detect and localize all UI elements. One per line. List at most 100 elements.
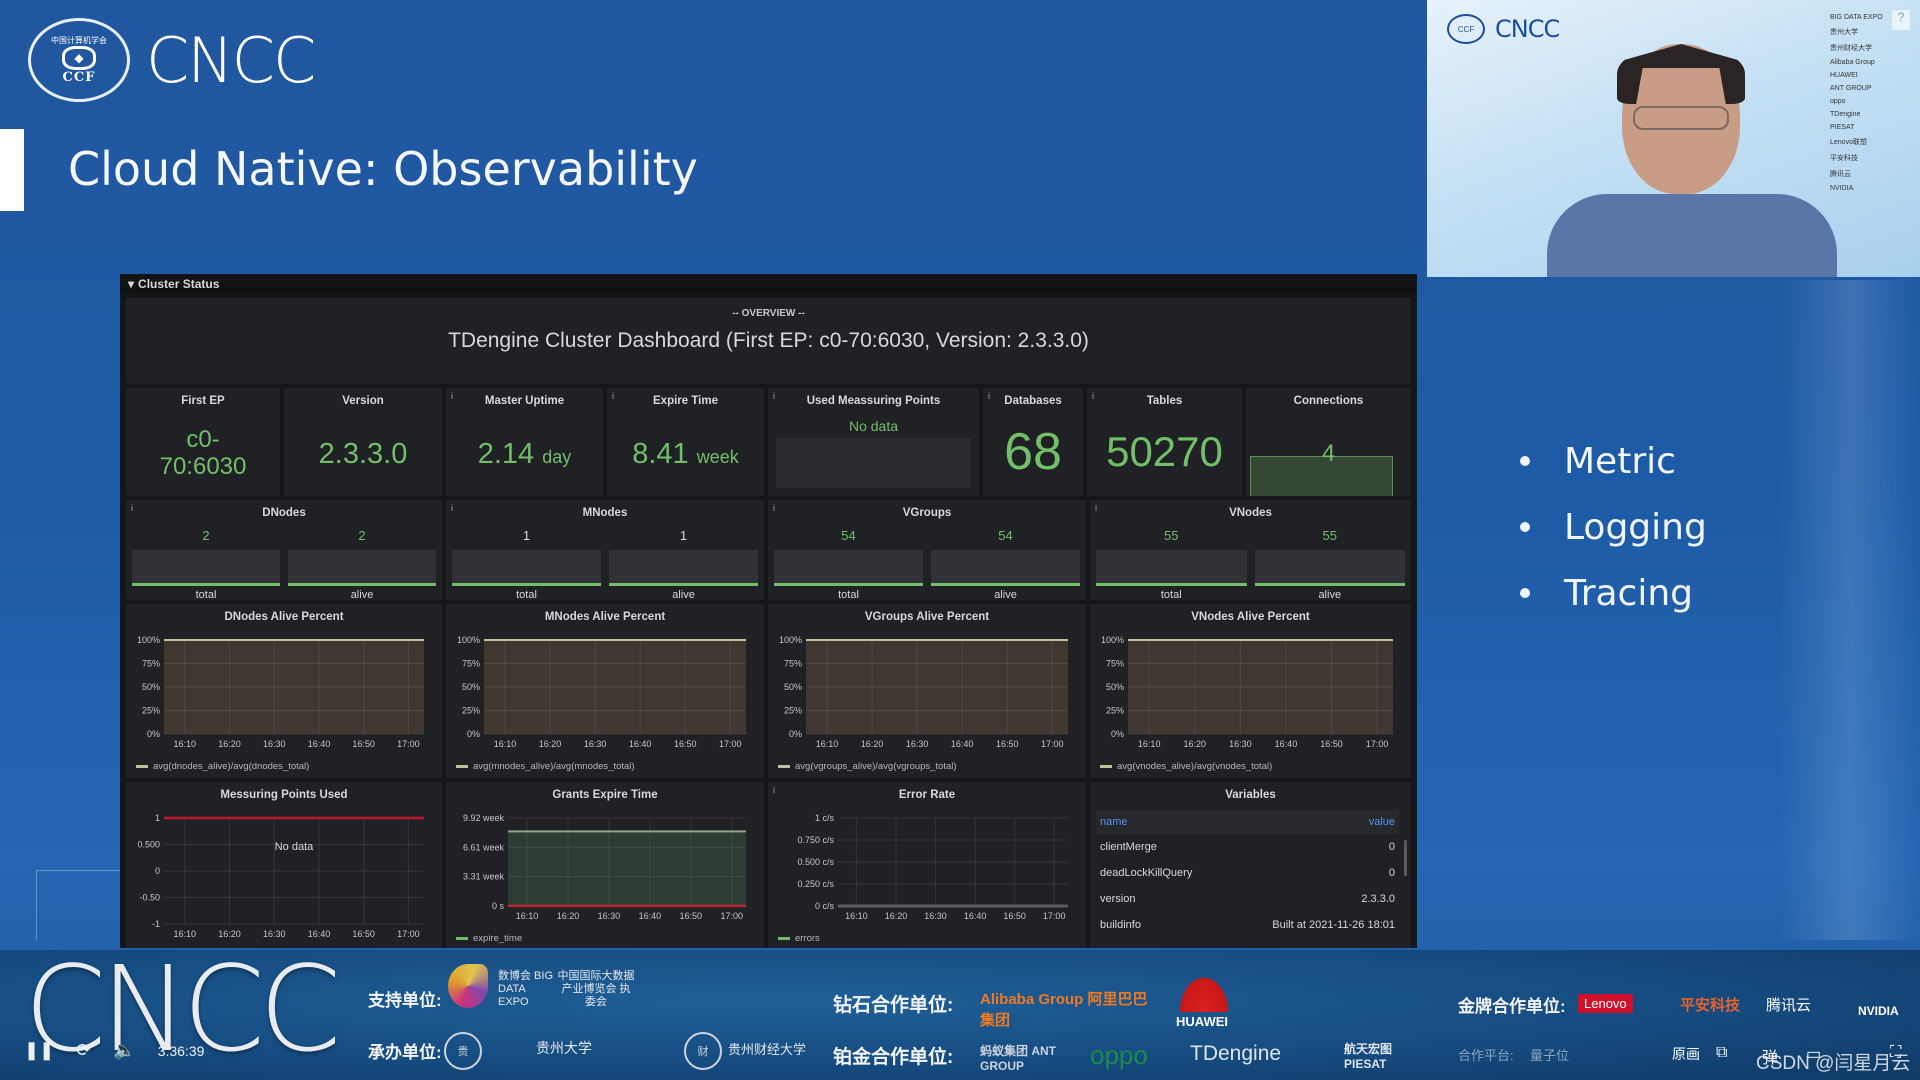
chart-panel-vgroups-alive-percent[interactable]: VGroups Alive Percent 0% 25% 50% 75% 100% 16:1… (768, 604, 1086, 778)
video-sponsor-item: HUAWEI (1830, 72, 1858, 79)
legend-swatch-icon (456, 765, 468, 768)
info-icon[interactable]: i (612, 391, 614, 401)
bar-label: total (195, 589, 217, 601)
stat-panel-version[interactable]: Version 2.3.3.0 (284, 388, 442, 496)
bargauge-panel-mnodes[interactable]: i MNodes 1 total 1 alive (446, 500, 764, 601)
chart-legend[interactable]: avg(dnodes_alive)/avg(dnodes_total) (136, 761, 309, 772)
stat-panel-databases[interactable]: i Databases 68 (983, 388, 1083, 496)
tdengine-logo: TDengine (1190, 1042, 1282, 1065)
info-icon[interactable]: i (773, 503, 775, 513)
y-tick-label: 25% (1106, 706, 1124, 716)
chart-legend[interactable]: avg(vnodes_alive)/avg(vnodes_total) (1100, 761, 1272, 772)
piesat-logo: 航天宏图 PIESAT (1344, 1042, 1393, 1071)
legend-label: avg(vnodes_alive)/avg(vnodes_total) (1117, 761, 1273, 772)
tencent-cloud-logo: 腾讯云 (1766, 997, 1812, 1014)
bar-fill (132, 550, 280, 586)
variables-panel: Variables name value clientMerge 0 deadLo… (1090, 782, 1411, 948)
panel-title: Databases (1004, 395, 1062, 407)
gold-label: 金牌合作单位: (1458, 997, 1566, 1016)
x-tick-label: 17:00 (1366, 739, 1389, 749)
var-value: 0 (1388, 841, 1395, 853)
y-tick-label: -0.50 (139, 893, 160, 903)
pip-icon[interactable]: ⧉ (1716, 1044, 1727, 1062)
panel-title: Variables (1225, 789, 1276, 801)
volume-icon[interactable]: 🔈 (113, 1040, 135, 1061)
bar-fill (609, 550, 758, 586)
chart-legend[interactable]: avg(vgroups_alive)/avg(vgroups_total) (778, 761, 957, 772)
stat-panel-master-uptime[interactable]: i Master Uptime 2.14 day (446, 388, 603, 496)
grafana-dashboard: ▾ Cluster Status -- OVERVIEW -- TDengine… (120, 274, 1417, 948)
x-tick-label: 16:30 (263, 929, 286, 939)
column-header-name[interactable]: name (1100, 816, 1128, 828)
chart-svg: 0% 25% 50% 75% 100% 16:10 16:20 16:30 16:40 16:50… (1101, 635, 1393, 749)
loop-icon[interactable]: ⟳ (76, 1040, 91, 1061)
column-header-value[interactable]: value (1369, 816, 1395, 828)
chart-panel-dnodes-alive-percent[interactable]: DNodes Alive Percent 0% 25% 50% 75% 100% 16:10… (126, 604, 442, 778)
bargauge-panel-dnodes[interactable]: i DNodes 2 total 2 alive (126, 500, 442, 601)
x-tick-label: 17:00 (1041, 739, 1064, 749)
help-icon[interactable]: ? (1892, 10, 1910, 30)
y-tick-label: 0.500 (137, 840, 160, 850)
chart-panel-grants-expire-time[interactable]: Grants Expire Time 0 s 3.31 week 6.61 week 9… (446, 782, 764, 948)
chart-legend[interactable]: expire_time (456, 933, 522, 944)
stat-panel-first-ep[interactable]: First EP c0- 70:6030 (126, 388, 280, 496)
info-icon[interactable]: i (451, 503, 453, 513)
pause-icon[interactable]: ❚❚ (24, 1040, 54, 1061)
collapse-chevron-icon[interactable]: ▾ (128, 277, 134, 291)
stat-value: c0- 70:6030 (126, 426, 280, 480)
x-tick-label: 16:10 (516, 911, 539, 921)
info-icon[interactable]: i (451, 391, 453, 401)
info-icon[interactable]: i (131, 503, 133, 513)
var-value: 0 (1388, 867, 1395, 879)
y-tick-label: 3.31 week (463, 872, 505, 882)
info-icon[interactable]: i (1092, 391, 1094, 401)
video-sponsor-item: 贵州大学 (1830, 29, 1858, 36)
panel-title: Expire Time (653, 395, 718, 407)
chart-legend[interactable]: avg(mnodes_alive)/avg(mnodes_total) (456, 761, 635, 772)
bargauge-panel-vgroups[interactable]: i VGroups 54 total 54 alive (768, 500, 1086, 601)
info-icon[interactable]: i (1095, 503, 1097, 513)
bar-gauge-alive: 54 alive (931, 528, 1080, 601)
lenovo-logo: Lenovo (1578, 994, 1633, 1013)
chart-panel-mnodes-alive-percent[interactable]: MNodes Alive Percent 0% 25% 50% 75% 100% 16:10… (446, 604, 764, 778)
stat-value: 68 (1004, 423, 1062, 481)
x-tick-label: 17:00 (719, 739, 742, 749)
stat-panel-connections[interactable]: Connections 4 (1246, 388, 1411, 496)
x-tick-label: 16:40 (1275, 739, 1298, 749)
video-sponsor-item: 平安科技 (1830, 155, 1858, 162)
bar-label: alive (994, 589, 1017, 601)
stat-panel-used-measuring-points[interactable]: i Used Meassuring Points No data (768, 388, 979, 496)
bar-label: total (1160, 589, 1182, 601)
bar-fill (931, 550, 1080, 586)
stat-panel-tables[interactable]: i Tables 50270 (1087, 388, 1242, 496)
legend-swatch-icon (1100, 765, 1112, 768)
chart-panel-error-rate[interactable]: i Error Rate 0 c/s 0.250 c/s 0.500 c/s 0.750 … (768, 782, 1086, 948)
empty-gauge-area (776, 438, 971, 488)
var-name: version (1100, 893, 1136, 905)
info-icon[interactable]: i (988, 391, 990, 401)
bar-label: total (838, 589, 859, 601)
platform-item: 量子位 (1530, 1048, 1570, 1063)
chart-legend[interactable]: errors (778, 933, 820, 944)
host-label: 承办单位: (368, 1043, 442, 1062)
quality-button[interactable]: 原画 (1672, 1046, 1700, 1063)
x-tick-label: 17:00 (720, 911, 743, 921)
table-scrollbar[interactable] (1404, 840, 1407, 876)
bar-gauge-alive: 1 alive (609, 528, 758, 601)
chart-svg: 0 c/s 0.250 c/s 0.500 c/s 0.750 c/s 1 c/s 16:… (797, 813, 1068, 921)
info-icon[interactable]: i (773, 391, 775, 401)
x-tick-label: 16:30 (598, 911, 621, 921)
x-tick-label: 17:00 (397, 739, 420, 749)
bargauge-panel-vnodes[interactable]: i VNodes 55 total 55 alive (1090, 500, 1411, 601)
row-header-cluster-status[interactable]: ▾ Cluster Status (120, 274, 1417, 294)
y-tick-label: 0.250 c/s (797, 879, 834, 889)
chart-panel-messuring-points-used[interactable]: Messuring Points Used -1 -0.50 0 0.500 1 16:10… (126, 782, 442, 948)
bullet-item: Tracing (1520, 560, 1707, 626)
bar-gauge-total: 1 total (452, 528, 601, 601)
title-accent-bar (0, 129, 24, 211)
chart-panel-vnodes-alive-percent[interactable]: VNodes Alive Percent 0% 25% 50% 75% 100% 16:10… (1090, 604, 1411, 778)
player-controls: ❚❚ ⟳ 🔈 3:36:39 (24, 1040, 204, 1061)
bar-group: 55 total 55 alive (1096, 528, 1405, 601)
bar-group: 1 total 1 alive (452, 528, 758, 601)
stat-panel-expire-time[interactable]: i Expire Time 8.41 week (607, 388, 764, 496)
